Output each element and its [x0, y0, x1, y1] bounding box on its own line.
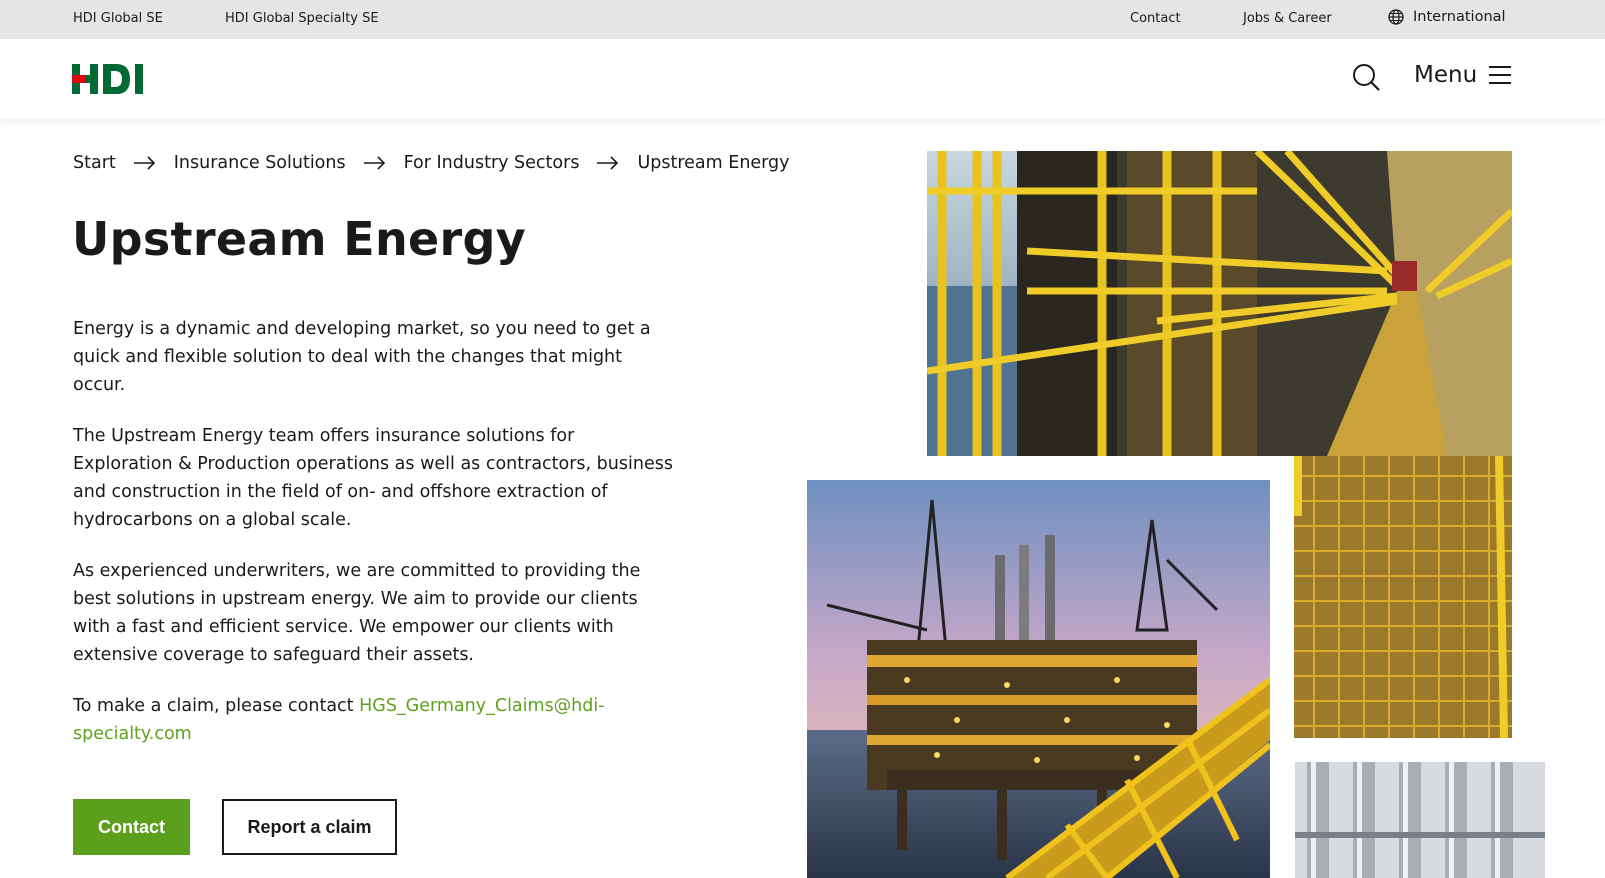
arrow-right-icon — [363, 156, 385, 170]
menu-label: Menu — [1414, 62, 1478, 88]
link-contact[interactable]: Contact — [1130, 11, 1181, 26]
paragraph-2: The Upstream Energy team offers insuranc… — [73, 426, 673, 530]
hdi-logo[interactable] — [72, 64, 147, 94]
page-title: Upstream Energy — [72, 212, 526, 266]
paragraph-1: Energy is a dynamic and developing marke… — [73, 319, 651, 395]
hamburger-icon — [1489, 66, 1512, 84]
main-header: Menu — [0, 39, 1605, 119]
arrow-right-icon — [133, 156, 155, 170]
search-icon — [1353, 64, 1380, 91]
link-hdi-global-specialty-se[interactable]: HDI Global Specialty SE — [225, 11, 379, 26]
walkway-photo — [927, 151, 1512, 456]
walkway-grating-photo — [1294, 456, 1512, 738]
breadcrumb-start[interactable]: Start — [73, 153, 116, 173]
search-button[interactable] — [1352, 63, 1382, 93]
globe-icon — [1388, 9, 1404, 25]
steel-pipes-photo — [1295, 762, 1545, 878]
claim-paragraph: To make a claim, please contact HGS_Germ… — [73, 692, 673, 748]
offshore-platform-photo — [807, 480, 1270, 878]
international-selector[interactable]: International — [1388, 9, 1506, 25]
paragraph-3: As experienced underwriters, we are comm… — [73, 561, 641, 665]
breadcrumb-current: Upstream Energy — [637, 153, 790, 173]
menu-button[interactable]: Menu — [1414, 62, 1512, 88]
breadcrumb-insurance-solutions[interactable]: Insurance Solutions — [174, 153, 346, 173]
report-claim-button[interactable]: Report a claim — [222, 799, 397, 855]
international-label: International — [1413, 9, 1506, 25]
breadcrumb: Start Insurance Solutions For Industry S… — [73, 153, 790, 173]
link-jobs-career[interactable]: Jobs & Career — [1243, 11, 1332, 26]
link-hdi-global-se[interactable]: HDI Global SE — [73, 11, 163, 26]
arrow-right-icon — [597, 156, 619, 170]
breadcrumb-industry-sectors[interactable]: For Industry Sectors — [404, 153, 580, 173]
contact-button[interactable]: Contact — [73, 799, 190, 855]
intro-text: Energy is a dynamic and developing marke… — [73, 315, 673, 771]
claim-prefix: To make a claim, please contact — [73, 696, 360, 716]
top-utility-bar: HDI Global SE HDI Global Specialty SE Co… — [0, 0, 1605, 39]
